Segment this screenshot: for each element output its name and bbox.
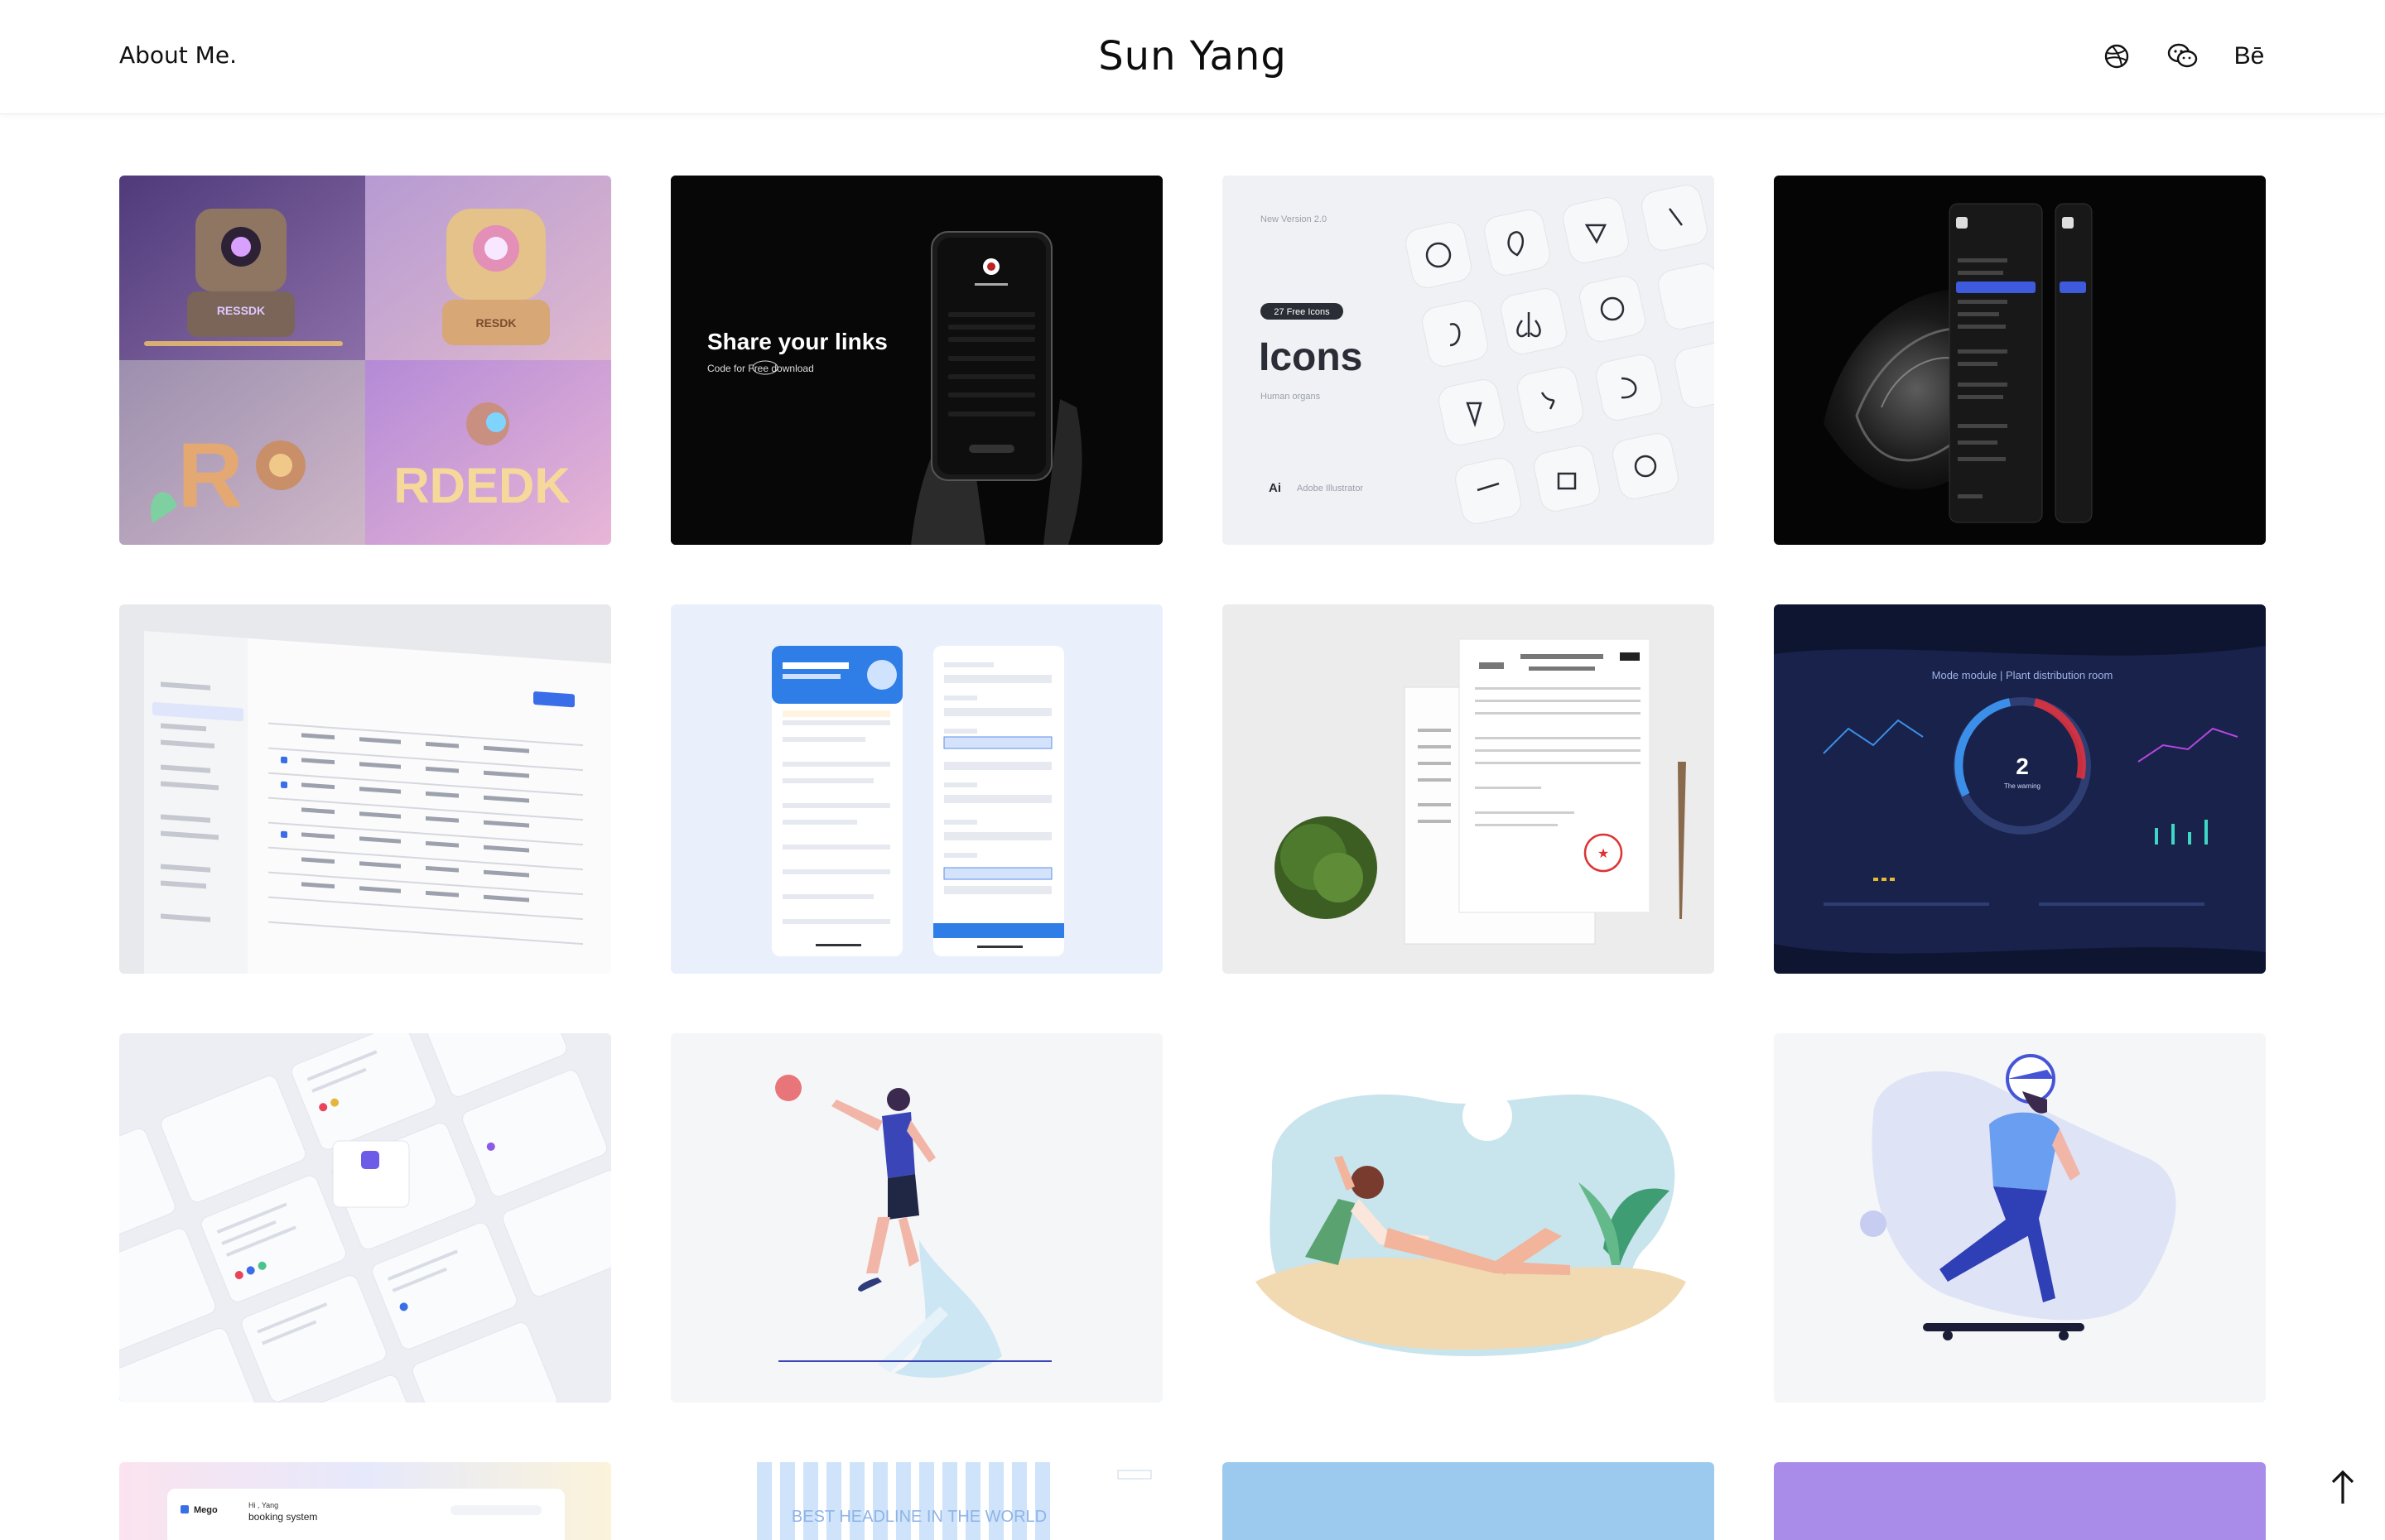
dashboard-value: 2 <box>2016 753 2029 779</box>
icons-version: New Version 2.0 <box>1260 214 1327 224</box>
project-card-booking[interactable]: Mego Hi , Yang booking system <box>119 1462 611 1540</box>
project-card-ui-cards[interactable] <box>119 1033 611 1403</box>
project-card-basketball[interactable] <box>671 1033 1163 1403</box>
project-card-headline[interactable]: BEST HEADLINE IN THE WORLD <box>671 1462 1163 1540</box>
project-card-beach[interactable] <box>1222 1033 1714 1403</box>
robot-label-4: RDEDK <box>393 458 570 513</box>
project-card-purple[interactable] <box>1774 1462 2266 1540</box>
project-card-table-dashboard[interactable] <box>119 604 611 974</box>
dribbble-icon[interactable] <box>2100 40 2133 73</box>
portfolio-grid-row-partial: Mego Hi , Yang booking system BEST HEADL… <box>119 1462 2266 1540</box>
robot-label-2: RESDK <box>475 316 516 330</box>
robot-label-1: RESSDK <box>217 304 265 317</box>
site-header: About Me. Sun Yang Bē <box>0 0 2385 114</box>
scroll-to-top-button[interactable] <box>2322 1464 2363 1510</box>
booking-logo: Mego <box>194 1505 218 1515</box>
icons-subtitle: Human organs <box>1260 392 1321 402</box>
project-card-blue[interactable] <box>1222 1462 1714 1540</box>
site-title: Sun Yang <box>1098 33 1287 79</box>
share-links-subtitle: Code for Free download <box>707 363 814 374</box>
icons-title: Icons <box>1259 335 1362 379</box>
project-card-documents[interactable]: ★ <box>1222 604 1714 974</box>
headline-text: BEST HEADLINE IN THE WORLD <box>792 1508 1047 1526</box>
project-card-mobile-forms[interactable] <box>671 604 1163 974</box>
robot-label-3: R <box>177 425 243 527</box>
behance-icon[interactable]: Bē <box>2233 40 2266 73</box>
svg-text:★: ★ <box>1597 845 1609 861</box>
project-card-dark-ui[interactable] <box>1774 176 2266 545</box>
project-card-plant-dashboard[interactable]: Mode module | Plant distribution room 2 … <box>1774 604 2266 974</box>
booking-greeting: Hi , Yang <box>248 1501 278 1509</box>
booking-title: booking system <box>248 1511 317 1523</box>
dashboard-label: The warning <box>2004 782 2040 790</box>
ai-badge: Ai <box>1269 481 1281 495</box>
arrow-up-icon <box>2331 1470 2354 1504</box>
portfolio-grid: RESSDK RESDK R RDEDK Share your links Co… <box>119 176 2266 1403</box>
project-card-skater[interactable] <box>1774 1033 2266 1403</box>
icons-tool: Adobe Illustrator <box>1297 484 1363 493</box>
project-card-icons[interactable]: New Version 2.0 27 Free Icons Icons Huma… <box>1222 176 1714 545</box>
project-card-share-links[interactable]: Share your links Code for Free download <box>671 176 1163 545</box>
social-links: Bē <box>2100 40 2266 73</box>
project-card-robots[interactable]: RESSDK RESDK R RDEDK <box>119 176 611 545</box>
icons-badge: 27 Free Icons <box>1274 307 1330 317</box>
dashboard-title: Mode module | Plant distribution room <box>1932 669 2113 681</box>
wechat-icon[interactable] <box>2166 40 2200 73</box>
share-links-title: Share your links <box>707 329 888 354</box>
